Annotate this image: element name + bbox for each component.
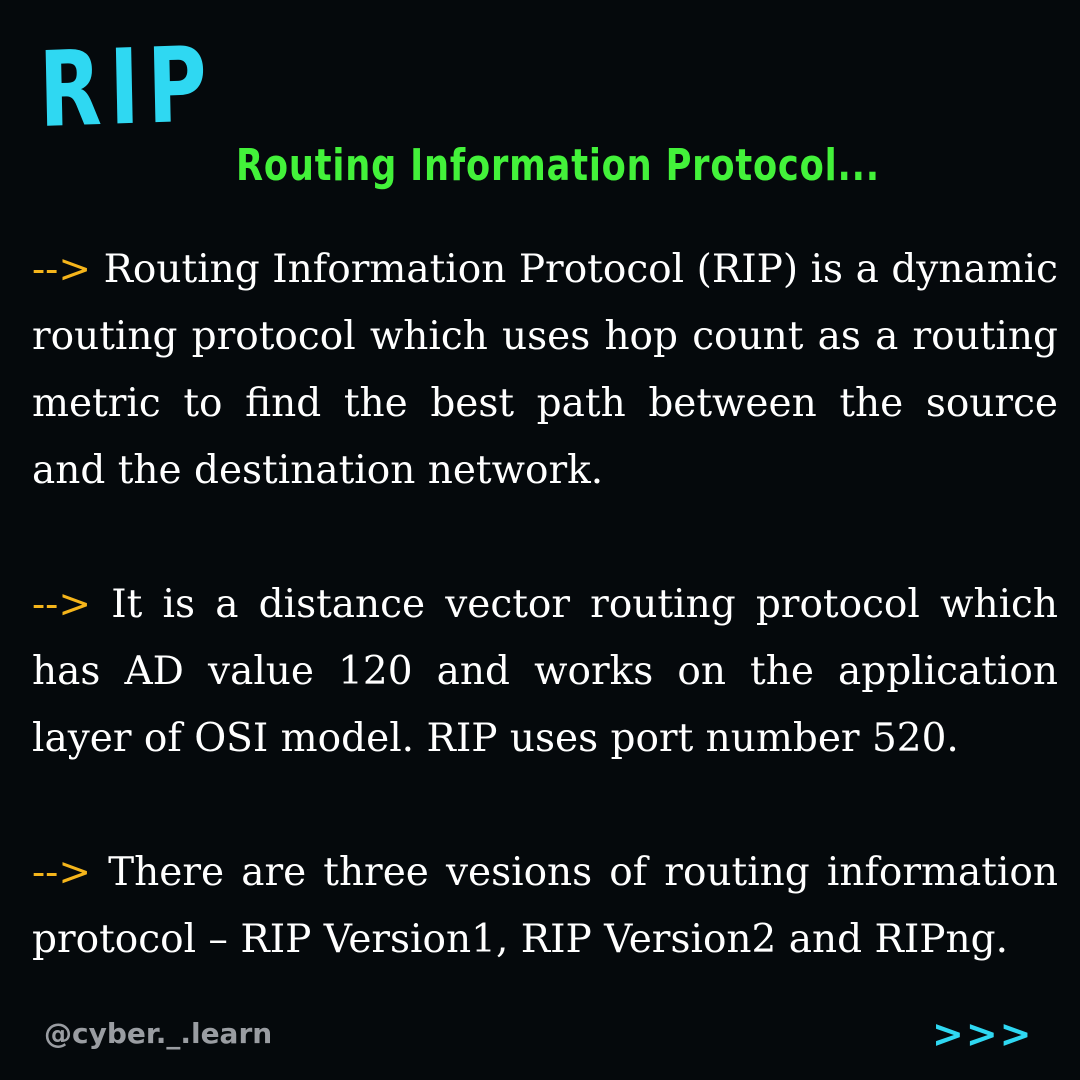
paragraph-text: Routing Information Protocol (RIP) is a … <box>32 247 1058 493</box>
paragraph-3: --> There are three vesions of routing i… <box>32 839 1058 973</box>
paragraph-2: --> It is a distance vector routing prot… <box>32 571 1058 772</box>
next-page-arrow[interactable]: >>> <box>932 1012 1034 1056</box>
paragraph-text: It is a distance vector routing protocol… <box>32 582 1059 761</box>
paragraph-1: --> Routing Information Protocol (RIP) i… <box>32 236 1058 504</box>
content-body: --> Routing Information Protocol (RIP) i… <box>32 236 1058 1040</box>
bullet-arrow: --> <box>32 247 92 292</box>
page-subtitle: Routing Information Protocol... <box>236 140 880 191</box>
author-handle: @cyber._.learn <box>44 1017 273 1050</box>
page-title: RIP <box>37 23 216 151</box>
bullet-arrow: --> <box>32 582 92 627</box>
bullet-arrow: --> <box>32 850 92 895</box>
paragraph-text: There are three vesions of routing infor… <box>32 850 1058 962</box>
